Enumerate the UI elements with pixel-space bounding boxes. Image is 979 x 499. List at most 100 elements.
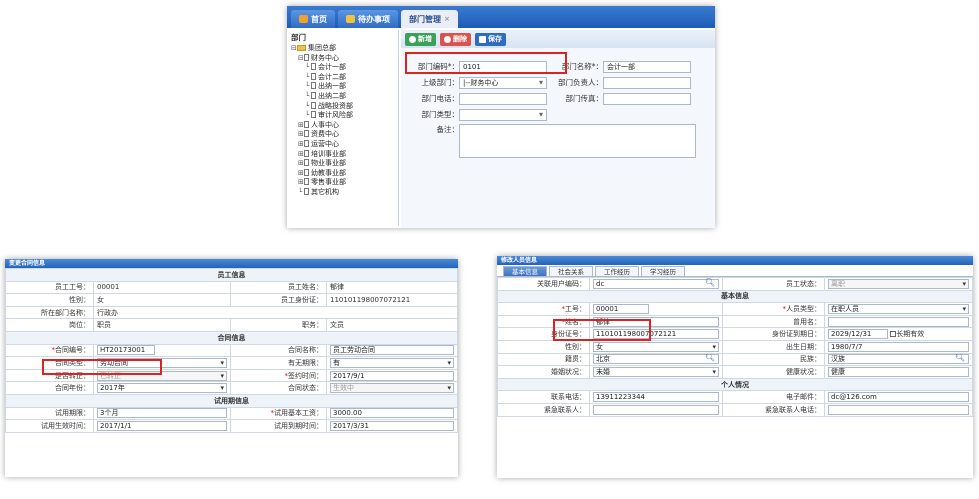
- alias-input[interactable]: [828, 316, 969, 327]
- remark-textarea[interactable]: [459, 124, 696, 158]
- emergency-contact-input[interactable]: [593, 404, 719, 415]
- delete-button[interactable]: 删除: [440, 32, 471, 46]
- dept-label: 所在部门名称：: [5, 305, 94, 320]
- table-row: 合同信息: [5, 330, 458, 345]
- type-select[interactable]: [459, 108, 547, 121]
- health-input[interactable]: 健康: [828, 366, 969, 377]
- tree-item[interactable]: ⊞ 幼教事业部: [291, 168, 394, 179]
- contract-panel: 变更合同信息 员工信息 员工工号： 00001 员工姓名： 郁律 性别： 女 员…: [5, 259, 458, 477]
- tree-item-label: 幼教事业部: [311, 168, 346, 177]
- fax-row: 部门传真：: [551, 92, 691, 105]
- id-expiry-input[interactable]: 2029/12/31: [828, 329, 888, 340]
- tab-home[interactable]: 首页: [291, 10, 335, 28]
- trial-start-input[interactable]: 2017/1/1: [97, 420, 227, 431]
- trial-start-label: 试用生效时间：: [5, 419, 94, 433]
- section-trial: 试用期信息: [5, 393, 458, 408]
- nation-input[interactable]: 汉族 🔍︎: [828, 354, 969, 365]
- tree-item[interactable]: └ 会计二部: [291, 72, 394, 83]
- emp-state-select[interactable]: 离职: [828, 278, 969, 289]
- job-no-input[interactable]: 00001: [593, 303, 649, 314]
- tree-item[interactable]: ⊟ 财务中心: [291, 53, 394, 64]
- save-icon: [479, 35, 486, 43]
- contract-status-select[interactable]: 生效中: [330, 383, 454, 394]
- fax-label: 部门传真：: [565, 94, 604, 103]
- tree-item-label: 出纳一部: [318, 82, 346, 91]
- tab-study[interactable]: 学习经历: [641, 266, 685, 276]
- search-icon[interactable]: 🔍︎: [705, 354, 715, 362]
- tab-department[interactable]: 部门管理 ×: [401, 10, 458, 28]
- idcard-label: 员工身份证：: [230, 293, 327, 307]
- toolbar: 新增 删除 保存: [401, 30, 715, 48]
- fax-input[interactable]: [603, 92, 691, 105]
- phone-row: 部门电话：: [401, 92, 547, 105]
- phone-input[interactable]: [459, 92, 547, 105]
- name-input[interactable]: 会计一部: [603, 60, 691, 73]
- year-select[interactable]: 2017年: [97, 383, 227, 394]
- native-input[interactable]: 北京 🔍︎: [593, 354, 719, 365]
- tree-item[interactable]: ⊞ 运营中心: [291, 139, 394, 150]
- trial-end-label: 试用到期时间：: [230, 419, 327, 433]
- name-row: 部门名称*： 会计一部: [551, 60, 691, 73]
- sex-select[interactable]: 女: [593, 341, 719, 352]
- job-no-label: *工号：: [497, 302, 590, 316]
- tab-social[interactable]: 社会关系: [549, 266, 593, 276]
- account-input[interactable]: dc 🔍︎: [593, 278, 719, 289]
- year-label: 合同年份：: [5, 381, 94, 395]
- person-type-label: *人员类型：: [722, 302, 825, 316]
- account-label: 关联用户编码：: [497, 277, 590, 291]
- tel-input[interactable]: 13911223344: [593, 392, 719, 403]
- table-row: 婚姻状况： 未婚 健康状况： 健康: [497, 365, 973, 379]
- parent-select[interactable]: |--财务中心: [459, 76, 547, 89]
- fixed-term-label: 有无期限：: [230, 356, 327, 370]
- idcard-value: 110101198007072121: [326, 293, 458, 307]
- tree-item[interactable]: └ 出纳一部: [291, 82, 394, 92]
- type-row: 部门类型：: [401, 108, 547, 121]
- tree-item[interactable]: ⊟ 集团总部: [291, 44, 394, 54]
- tree-item[interactable]: └ 其它机构: [291, 187, 394, 198]
- section-personal: 个人情况: [497, 377, 973, 392]
- search-icon[interactable]: 🔍︎: [955, 354, 965, 362]
- trial-period-input[interactable]: 3个月: [97, 408, 227, 419]
- tree-item-label: 战略投资部: [318, 101, 353, 110]
- leader-input[interactable]: [603, 76, 691, 89]
- tab-work[interactable]: 工作经历: [595, 266, 639, 276]
- person-panel: 修改人员信息 基本信息 社会关系 工作经历 学习经历 关联用户编码： dc 🔍︎ …: [497, 256, 973, 478]
- tree-item[interactable]: └ 出纳二部: [291, 91, 394, 102]
- trial-salary-input[interactable]: 3000.00: [330, 408, 454, 419]
- fixed-term-select[interactable]: 有: [330, 357, 454, 368]
- trial-end-input[interactable]: 2017/3/31: [330, 420, 454, 431]
- birth-input[interactable]: 1980/7/7: [828, 341, 969, 352]
- trial-salary-label: *试用基本工资：: [230, 406, 327, 421]
- tree-item[interactable]: ⊞ 资费中心: [291, 130, 394, 140]
- save-button[interactable]: 保存: [475, 32, 506, 46]
- tab-todo[interactable]: 待办事项: [338, 10, 398, 28]
- close-icon[interactable]: ×: [444, 15, 450, 23]
- tree-item[interactable]: └ 战略投资部: [291, 101, 394, 112]
- add-button[interactable]: 新增: [405, 32, 436, 46]
- tree-item[interactable]: ⊞ 人事中心: [291, 120, 394, 131]
- section-contract: 合同信息: [5, 330, 458, 345]
- person-type-select[interactable]: 在职人员: [828, 303, 969, 314]
- tree-item[interactable]: ⊞ 培训事业部: [291, 149, 394, 160]
- highlight-box: [405, 52, 567, 74]
- marital-select[interactable]: 未婚: [593, 366, 719, 377]
- emergency-phone-input[interactable]: [828, 404, 969, 415]
- contract-name-input[interactable]: 员工劳动合同: [330, 345, 454, 356]
- emp-name-label: 员工姓名：: [230, 280, 327, 295]
- tree-item-label: 审计风险部: [318, 111, 353, 120]
- tree-item[interactable]: ⊞ 零售事业部: [291, 178, 394, 188]
- contract-no-input[interactable]: HT20173001: [97, 345, 155, 356]
- tree-title: 部门: [291, 33, 306, 42]
- sign-date-input[interactable]: 2017/9/1: [330, 370, 454, 381]
- search-icon[interactable]: 🔍︎: [705, 278, 715, 287]
- tab-basic-info[interactable]: 基本信息: [503, 266, 547, 276]
- tree-item[interactable]: ⊞ 物业事业部: [291, 159, 394, 169]
- tree-item-label: 财务中心: [311, 53, 339, 62]
- tree-item[interactable]: └ 审计风险部: [291, 111, 394, 121]
- email-input[interactable]: dc@126.com: [828, 392, 969, 403]
- tree-item[interactable]: └ 会计一部: [291, 63, 394, 73]
- table-row: *工号： 00001 *人员类型： 在职人员: [497, 302, 973, 316]
- leader-row: 部门负责人：: [551, 76, 691, 89]
- remark-row: 备注：: [401, 124, 696, 158]
- department-panel: 首页 待办事项 部门管理 × 部门 ⊟ 集团总部 ⊟ 财务中心 └ 会计一部 └ 会计二部 └ 出纳…: [287, 6, 715, 228]
